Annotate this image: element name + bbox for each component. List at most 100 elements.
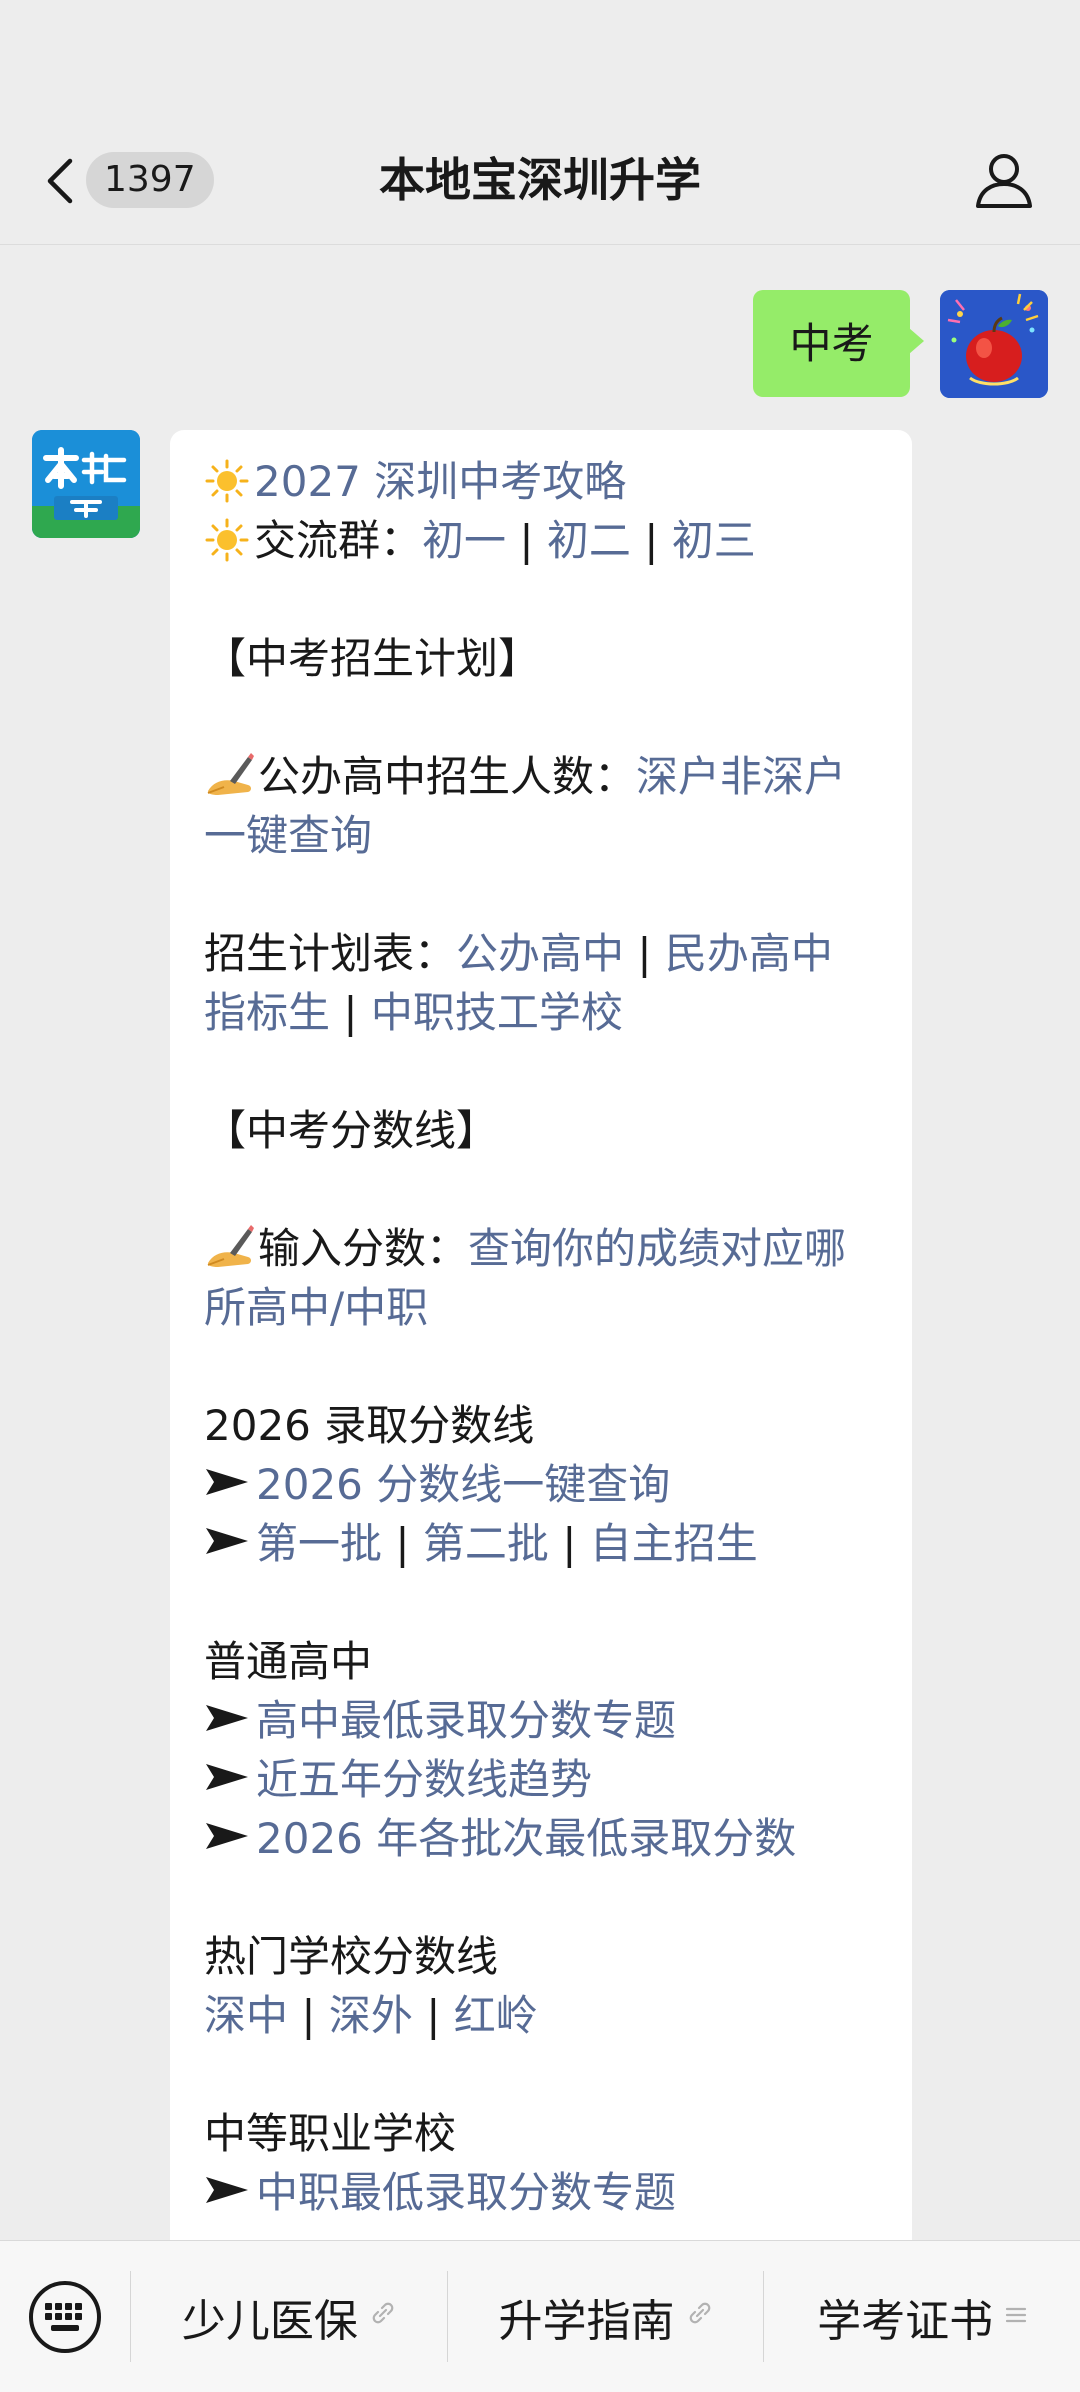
chat-header: 1397 本地宝深圳升学	[0, 0, 1080, 245]
message-link[interactable]: 初三	[672, 516, 756, 565]
message-link[interactable]: 中职技工学校	[371, 988, 623, 1037]
message-link[interactable]: 深中	[204, 1991, 288, 2040]
keyboard-icon	[29, 2280, 101, 2353]
message-link[interactable]: 2026 年各批次最低录取分数	[256, 1814, 796, 1863]
menu-item-admission-guide[interactable]: 升学指南	[446, 2271, 764, 2362]
message-line: 交流群：初一 | 初二 | 初三	[204, 511, 884, 570]
message-text: 交流群：	[254, 516, 423, 565]
message-link[interactable]: 初二	[547, 516, 631, 565]
message-link[interactable]: 查询你的成绩对应哪	[468, 1224, 846, 1273]
bottom-menu-bar: 少儿医保 升学指南 学考证书	[0, 2240, 1080, 2392]
arrow-icon	[206, 1764, 248, 1790]
message-line: 【中考招生计划】	[204, 629, 884, 688]
message-link[interactable]: 所高中/中职	[204, 1283, 428, 1332]
menu-item-exam-certificate[interactable]: 学考证书	[763, 2271, 1080, 2362]
message-link[interactable]: 初一	[422, 516, 506, 565]
message-text: |	[412, 1991, 454, 2040]
message-line: 普通高中	[204, 1632, 884, 1691]
message-link[interactable]: 深户非深户	[636, 752, 846, 801]
message-link[interactable]: 近五年分数线趋势	[256, 1755, 592, 1804]
message-line: 输入分数：查询你的成绩对应哪	[204, 1219, 884, 1278]
menu-item-label: 升学指南	[498, 2295, 675, 2347]
writing-hand-icon	[207, 753, 254, 795]
message-link[interactable]: 第一批	[256, 1519, 382, 1568]
message-line: 2027 深圳中考攻略	[204, 452, 884, 511]
message-link[interactable]: 自主招生	[590, 1519, 758, 1568]
message-line: 【中考分数线】	[204, 1101, 884, 1160]
page-title: 本地宝深圳升学	[379, 153, 701, 207]
message-text: 【中考分数线】	[204, 1106, 499, 1155]
message-text: 公办高中招生人数：	[258, 752, 637, 801]
message-line: 指标生 | 中职技工学校	[204, 983, 884, 1042]
message-link[interactable]: 一键查询	[204, 811, 372, 860]
sun-icon	[205, 518, 249, 562]
official-account-avatar[interactable]	[32, 430, 140, 538]
message-text: 热门学校分数线	[204, 1932, 499, 1981]
message-line: 招生计划表：公办高中 | 民办高中	[204, 924, 884, 983]
message-link[interactable]: 高中最低录取分数专题	[256, 1696, 676, 1745]
message-text: |	[548, 1519, 590, 1568]
message-line: 2026 分数线一键查询	[204, 1455, 884, 1514]
message-link[interactable]: 公办高中	[456, 929, 624, 978]
message-text: |	[330, 988, 371, 1037]
outgoing-message-bubble[interactable]: 中考	[753, 290, 924, 397]
person-icon	[976, 154, 1032, 208]
message-link[interactable]: 2026 分数线一键查询	[256, 1460, 670, 1509]
message-line: 2026 录取分数线	[204, 1396, 884, 1455]
message-text: 【中考招生计划】	[204, 634, 541, 683]
message-link[interactable]: 指标生	[204, 988, 330, 1037]
message-line: 中职最低录取分数专题	[204, 2163, 884, 2222]
message-line: 热门学校分数线	[204, 1927, 884, 1986]
message-text: 2026 录取分数线	[204, 1401, 535, 1450]
message-line: 第一批 | 第二批 | 自主招生	[204, 1514, 884, 1573]
menu-item-label: 少儿医保	[181, 2295, 358, 2347]
arrow-icon	[206, 1823, 248, 1849]
message-text: |	[288, 1991, 329, 2040]
message-link[interactable]: 2027 深圳中考攻略	[254, 457, 626, 506]
my-avatar[interactable]	[940, 290, 1048, 398]
message-line: 公办高中招生人数：深户非深户	[204, 747, 884, 806]
message-line: 一键查询	[204, 806, 884, 865]
message-link[interactable]: 民办高中	[665, 929, 833, 978]
message-line: 2026 年各批次最低录取分数	[204, 1809, 884, 1868]
menu-lines-icon	[1005, 2302, 1027, 2332]
incoming-message-bubble: 2027 深圳中考攻略 交流群：初一 | 初二 | 初三 【中考招生计划】 公办高中招…	[170, 430, 912, 2290]
message-text: |	[624, 929, 665, 978]
bendibao-logo-icon	[32, 430, 140, 538]
message-link[interactable]: 第二批	[423, 1519, 549, 1568]
message-text: |	[506, 516, 547, 565]
message-line: 高中最低录取分数专题	[204, 1691, 884, 1750]
message-link[interactable]: 深外	[329, 1991, 413, 2040]
sun-icon	[205, 459, 249, 503]
message-text: 中等职业学校	[204, 2109, 457, 2158]
message-line: 所高中/中职	[204, 1278, 884, 1337]
message-line: 中等职业学校	[204, 2104, 884, 2163]
message-line: 深中 | 深外 | 红岭	[204, 1986, 884, 2045]
arrow-icon	[206, 1469, 248, 1495]
profile-button[interactable]	[972, 148, 1036, 212]
message-line: 近五年分数线趋势	[204, 1750, 884, 1809]
message-text: |	[382, 1519, 423, 1568]
message-text: 输入分数：	[258, 1224, 469, 1273]
arrow-icon	[206, 1528, 248, 1554]
keyboard-toggle-button[interactable]	[0, 2241, 130, 2392]
link-icon	[370, 2300, 396, 2333]
message-body: 2027 深圳中考攻略 交流群：初一 | 初二 | 初三 【中考招生计划】 公办高中招…	[204, 452, 884, 2222]
menu-item-child-insurance[interactable]: 少儿医保	[130, 2271, 447, 2362]
menu-item-label: 学考证书	[817, 2295, 994, 2347]
message-link[interactable]: 红岭	[454, 1991, 538, 2040]
message-text: |	[630, 516, 672, 565]
arrow-icon	[206, 2177, 248, 2203]
arrow-icon	[206, 1705, 248, 1731]
message-link[interactable]: 中职最低录取分数专题	[256, 2168, 676, 2217]
message-text: 招生计划表：	[204, 929, 457, 978]
